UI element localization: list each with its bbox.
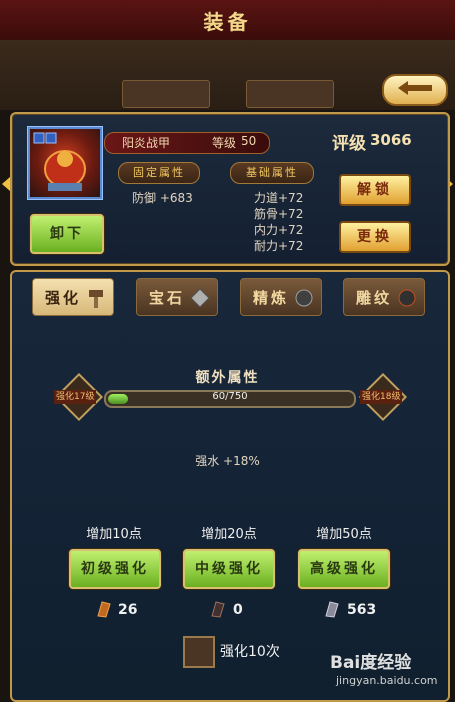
base-attr-strength: 力道+72 xyxy=(254,191,304,205)
high-add-label: 增加50点 xyxy=(316,527,372,542)
enhance-10-checkbox[interactable] xyxy=(183,636,215,668)
high-enhance-button[interactable]: 高级强化 xyxy=(298,549,390,589)
basic-add-label: 增加10点 xyxy=(86,527,142,542)
tab-enhance[interactable]: 强化 xyxy=(32,278,114,316)
basic-stone-count: 26 xyxy=(118,602,138,618)
basic-enhance-button[interactable]: 初级强化 xyxy=(69,549,161,589)
hidden-top-tab-2[interactable] xyxy=(246,80,334,108)
watermark-url: jingyan.baidu.com xyxy=(336,674,438,687)
refine-icon xyxy=(295,289,313,307)
enhance-10-label: 强化10次 xyxy=(220,644,280,660)
mid-stone-icon xyxy=(211,601,225,618)
score-value: 3066 xyxy=(370,131,412,149)
fixed-attr-value: 防御 +683 xyxy=(132,191,193,205)
back-button[interactable] xyxy=(382,74,448,106)
tab-engrave-label: 雕纹 xyxy=(356,289,393,307)
item-level-label: 等级 xyxy=(212,136,237,150)
armor-item-icon[interactable] xyxy=(28,127,102,199)
gem-icon xyxy=(190,288,210,308)
unlock-button[interactable]: 解锁 xyxy=(339,174,411,206)
hidden-top-tab-1[interactable] xyxy=(122,80,210,108)
engrave-icon xyxy=(398,289,416,307)
next-level-label: 强化18级 xyxy=(360,390,403,404)
base-attr-stamina: 耐力+72 xyxy=(254,239,304,253)
current-level-label: 强化17级 xyxy=(54,390,97,404)
score-label: 评级 xyxy=(332,134,366,154)
page-title: 装备 xyxy=(203,10,252,34)
unload-button[interactable]: 卸下 xyxy=(30,214,104,254)
high-stone-count: 563 xyxy=(347,602,377,618)
tab-gem[interactable]: 宝石 xyxy=(136,278,218,316)
bonus-stat-line: 强水 +18% xyxy=(195,454,260,468)
tab-refine[interactable]: 精炼 xyxy=(240,278,322,316)
item-level: 50 xyxy=(241,134,257,148)
mid-add-label: 增加20点 xyxy=(201,527,257,542)
basic-stone-icon xyxy=(97,601,111,618)
tab-engrave[interactable]: 雕纹 xyxy=(343,278,425,316)
watermark-brand: Bai度经验 xyxy=(330,653,412,673)
mid-stone-count: 0 xyxy=(233,602,243,618)
base-attr-constitution: 筋骨+72 xyxy=(254,207,304,221)
base-attr-label: 基础属性 xyxy=(230,162,314,184)
hammer-icon xyxy=(89,290,103,308)
armor-icon xyxy=(33,132,86,191)
item-name: 阳炎战甲 xyxy=(122,136,171,150)
back-arrow-icon xyxy=(398,81,432,95)
fixed-attr-label: 固定属性 xyxy=(118,162,200,184)
replace-button[interactable]: 更换 xyxy=(339,221,411,253)
enhance-progress-text: 60/750 xyxy=(212,391,248,402)
tab-refine-label: 精炼 xyxy=(253,289,290,307)
high-stone-icon xyxy=(325,601,339,618)
mid-enhance-button[interactable]: 中级强化 xyxy=(183,549,275,589)
tab-enhance-label: 强化 xyxy=(45,289,82,307)
tab-gem-label: 宝石 xyxy=(149,289,186,307)
enhance-panel xyxy=(10,270,450,702)
base-attr-inner-power: 内力+72 xyxy=(254,223,304,237)
